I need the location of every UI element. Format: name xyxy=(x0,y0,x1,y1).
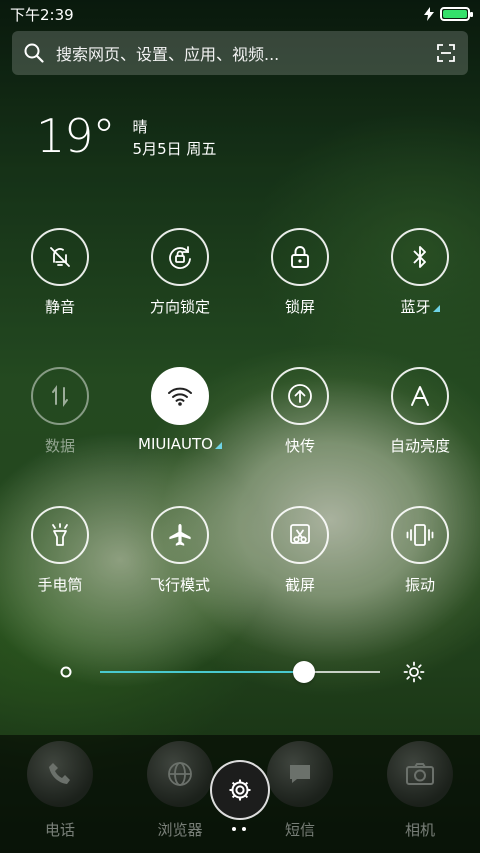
toggle-airplane-mode-circle[interactable] xyxy=(151,506,209,564)
status-bar: 下午2:39 xyxy=(0,0,480,28)
toggle-label: 蓝牙 xyxy=(400,298,431,316)
dock-app-camera[interactable]: 相机 xyxy=(360,741,480,840)
toggle-label-row: MIUIAUTO xyxy=(138,435,222,453)
toggle-rotation-lock-circle[interactable] xyxy=(151,228,209,286)
camera-icon xyxy=(387,741,453,807)
dock-app-label: 电话 xyxy=(44,821,75,839)
toggle-screenshot-circle[interactable] xyxy=(271,506,329,564)
toggle-label: MIUIAUTO xyxy=(138,435,213,453)
charging-icon xyxy=(424,7,434,21)
browser-icon xyxy=(147,741,213,807)
brightness-low-icon xyxy=(60,666,72,678)
toggle-label: 静音 xyxy=(44,298,75,316)
upload-icon xyxy=(288,384,312,408)
scan-icon[interactable] xyxy=(436,43,456,63)
toggle-auto-brightness-circle[interactable] xyxy=(391,367,449,425)
toggle-label: 锁屏 xyxy=(284,298,315,316)
search-bar[interactable]: 搜索网页、设置、应用、视频... xyxy=(12,31,468,75)
brightness-fill xyxy=(100,671,305,673)
screenshot-icon xyxy=(290,524,310,544)
battery-level xyxy=(443,10,467,18)
toggle-label: 自动亮度 xyxy=(389,437,450,455)
toggle-wifi-circle[interactable] xyxy=(151,367,209,425)
page-indicator xyxy=(232,827,246,831)
gear-icon xyxy=(229,779,251,801)
brightness-thumb[interactable] xyxy=(293,661,316,683)
vibrate-icon xyxy=(406,524,434,546)
battery-icon xyxy=(440,7,473,21)
toggle-vibrate-circle[interactable] xyxy=(391,506,449,564)
search-placeholder: 搜索网页、设置、应用、视频... xyxy=(56,45,280,64)
toggle-lock-screen-circle[interactable] xyxy=(271,228,329,286)
toggle-auto-brightness[interactable]: 自动亮度 xyxy=(360,367,480,456)
toggle-silent-circle[interactable] xyxy=(31,228,89,286)
dock-app-label: 短信 xyxy=(284,821,315,839)
toggle-quick-transfer-circle[interactable] xyxy=(271,367,329,425)
temperature: 19° xyxy=(36,109,116,163)
toggle-screenshot[interactable]: 截屏 xyxy=(240,506,360,595)
airplane-icon xyxy=(169,524,191,546)
toggle-label: 快传 xyxy=(284,437,315,455)
toggle-label: 方向锁定 xyxy=(149,298,210,316)
toggle-flashlight-circle[interactable] xyxy=(31,506,89,564)
toggle-label: 截屏 xyxy=(284,576,315,594)
toggle-vibrate[interactable]: 振动 xyxy=(360,506,480,595)
toggle-quick-transfer[interactable]: 快传 xyxy=(240,367,360,456)
toggle-silent[interactable]: 静音 xyxy=(0,228,120,317)
lock-icon xyxy=(291,246,309,268)
brightness-track[interactable] xyxy=(100,671,380,673)
more-options-indicator xyxy=(432,305,440,312)
data-arrows-icon xyxy=(52,385,68,407)
bluetooth-icon xyxy=(413,246,426,268)
toggle-label: 飞行模式 xyxy=(149,576,210,594)
flashlight-icon xyxy=(52,523,68,546)
toggle-label-row: 蓝牙 xyxy=(400,296,440,317)
toggle-mobile-data-circle[interactable] xyxy=(31,367,89,425)
weather-condition: 晴 xyxy=(132,118,148,136)
dock-app-label: 相机 xyxy=(404,821,435,839)
page-dot xyxy=(242,827,246,831)
message-icon xyxy=(267,741,333,807)
phone-icon xyxy=(27,741,93,807)
letter-a-icon xyxy=(411,386,429,406)
toggle-lock-screen[interactable]: 锁屏 xyxy=(240,228,360,317)
page-dot-active xyxy=(232,827,236,831)
bell-off-icon xyxy=(50,247,70,267)
dock-app-phone[interactable]: 电话 xyxy=(0,741,120,840)
toggle-label: 振动 xyxy=(404,576,435,594)
toggle-wifi[interactable]: MIUIAUTO xyxy=(120,367,240,453)
settings-button[interactable] xyxy=(210,760,270,820)
toggle-flashlight[interactable]: 手电筒 xyxy=(0,506,120,595)
brightness-slider[interactable] xyxy=(0,655,480,689)
more-options-indicator xyxy=(214,442,222,449)
search-icon xyxy=(24,43,44,63)
dock-app-label: 浏览器 xyxy=(157,821,203,839)
weather-date: 5月5日 周五 xyxy=(132,140,217,158)
toggle-airplane-mode[interactable]: 飞行模式 xyxy=(120,506,240,595)
toggle-bluetooth[interactable]: 蓝牙 xyxy=(360,228,480,317)
toggle-mobile-data[interactable]: 数据 xyxy=(0,367,120,456)
weather-widget[interactable]: 19° 晴 5月5日 周五 xyxy=(36,112,216,160)
status-time: 下午2:39 xyxy=(10,5,74,24)
toggle-label: 数据 xyxy=(44,437,75,455)
wifi-icon xyxy=(168,387,192,406)
brightness-high-icon xyxy=(403,661,425,683)
rotation-lock-icon xyxy=(169,246,191,269)
toggle-bluetooth-circle[interactable] xyxy=(391,228,449,286)
toggle-rotation-lock[interactable]: 方向锁定 xyxy=(120,228,240,317)
toggle-label: 手电筒 xyxy=(37,576,83,594)
